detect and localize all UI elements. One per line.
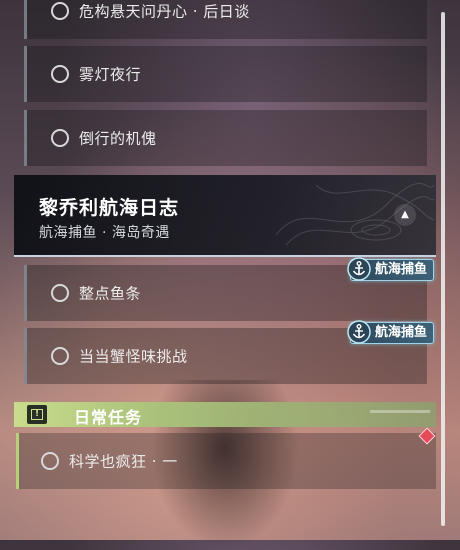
quest-item-label: 雾灯夜行 <box>79 65 142 84</box>
fishing-tag-label: 航海捕鱼 <box>374 325 427 340</box>
radio-circle-icon <box>51 347 69 365</box>
fishing-tag: 航海捕鱼 <box>347 320 434 344</box>
radio-circle-icon <box>41 452 59 470</box>
quest-item[interactable]: 雾灯夜行 <box>24 46 427 102</box>
radio-circle-icon <box>51 2 69 20</box>
scrollbar-thumb[interactable] <box>441 12 445 526</box>
scrollbar[interactable] <box>441 12 445 526</box>
quest-item-label: 整点鱼条 <box>79 284 142 303</box>
alert-icon: ! <box>27 405 47 424</box>
decorative-line <box>370 410 430 413</box>
radio-circle-icon <box>51 129 69 147</box>
quest-group-header[interactable]: 黎乔利航海日志 航海捕鱼 · 海岛奇遇 ▲ <box>14 175 436 257</box>
daily-section-title: 日常任务 <box>74 408 143 427</box>
radio-circle-icon <box>51 65 69 83</box>
quest-item-label: 倒行的机傀 <box>79 129 157 148</box>
fishing-tag: 航海捕鱼 <box>347 257 434 281</box>
daily-quest-label: 科学也疯狂 · 一 <box>69 452 178 471</box>
daily-quest-item[interactable]: 科学也疯狂 · 一 <box>16 433 436 489</box>
chevron-up-icon[interactable]: ▲ <box>394 204 416 226</box>
quest-group-title: 黎乔利航海日志 <box>39 197 180 219</box>
fishing-tag-label: 航海捕鱼 <box>374 262 427 277</box>
quest-item[interactable]: 危构悬天问丹心 · 后日谈 <box>24 0 427 39</box>
quest-item-label: 当当蟹怪味挑战 <box>79 347 188 366</box>
daily-section-header[interactable]: ! 日常任务 <box>14 402 436 427</box>
quest-group-subtitle: 航海捕鱼 · 海岛奇遇 <box>39 225 170 241</box>
quest-item-label: 危构悬天问丹心 · 后日谈 <box>79 2 250 21</box>
radio-circle-icon <box>51 284 69 302</box>
anchor-icon <box>347 257 371 281</box>
quest-item[interactable]: 倒行的机傀 <box>24 110 427 166</box>
anchor-icon <box>347 320 371 344</box>
